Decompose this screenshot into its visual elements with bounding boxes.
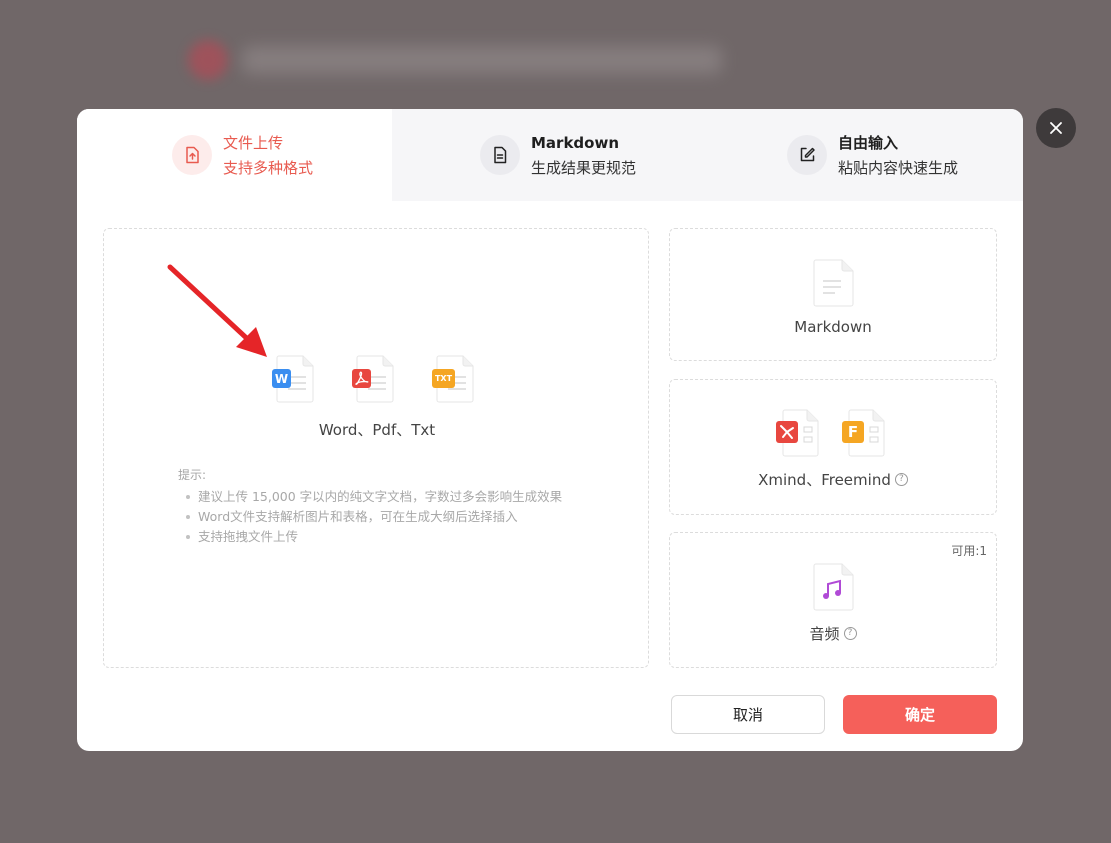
tab-markdown[interactable]: Markdown 生成结果更规范 — [392, 109, 707, 201]
audio-file-icon — [813, 563, 854, 611]
document-icon — [480, 135, 520, 175]
file-upload-dropzone[interactable]: W TXT Word、Pdf、Txt 提示: 建议上传 15,000 字以内的纯… — [103, 228, 649, 668]
help-circle-icon[interactable]: ? — [843, 627, 857, 640]
tab-subtitle: 生成结果更规范 — [531, 158, 637, 177]
pdf-file-icon — [352, 355, 396, 403]
xmind-file-icon — [776, 409, 819, 457]
supported-formats-label: Word、Pdf、Txt — [318, 421, 436, 439]
close-icon — [1050, 122, 1062, 134]
audio-card-label: 音频 ? — [670, 623, 996, 644]
xmind-card-label: Xmind、Freemind ? — [670, 469, 996, 490]
xmind-label-text: Xmind、Freemind — [758, 471, 891, 489]
tab-subtitle: 支持多种格式 — [223, 158, 314, 177]
txt-file-icon: TXT — [432, 355, 476, 403]
tip-item: 建议上传 15,000 字以内的纯文字文档，字数过多会影响生成效果 — [178, 487, 562, 507]
freemind-badge-text: F — [847, 423, 859, 441]
background-title-blurred — [242, 46, 722, 74]
tip-item: Word文件支持解析图片和表格，可在生成大纲后选择插入 — [178, 507, 562, 527]
red-arrow-annotation-icon — [167, 264, 267, 357]
word-badge-text: W — [274, 371, 289, 386]
tab-subtitle: 粘贴内容快速生成 — [838, 158, 959, 177]
cancel-button[interactable]: 取消 — [671, 695, 825, 734]
help-circle-icon[interactable]: ? — [894, 473, 908, 486]
tab-title: 文件上传 — [223, 133, 284, 152]
markdown-card-label: Markdown — [670, 318, 996, 336]
file-format-icons: W TXT — [272, 355, 476, 403]
tab-title: Markdown — [531, 133, 620, 152]
confirm-button[interactable]: 确定 — [843, 695, 997, 734]
word-file-icon: W — [272, 355, 316, 403]
edit-icon — [787, 135, 827, 175]
available-count: 可用:1 — [951, 544, 987, 558]
markdown-import-card[interactable]: Markdown — [669, 228, 997, 361]
background-logo-blurred — [188, 40, 228, 80]
audio-label-text: 音频 — [809, 625, 840, 643]
upload-file-icon — [172, 135, 212, 175]
txt-badge-text: TXT — [434, 374, 453, 383]
tab-free-input[interactable]: 自由输入 粘贴内容快速生成 — [707, 109, 1023, 201]
tip-item: 支持拖拽文件上传 — [178, 527, 562, 547]
import-tabs: 文件上传 支持多种格式 Markdown 生成结果更规范 自由输入 粘贴内容快速… — [77, 109, 1023, 201]
markdown-label-text: Markdown — [794, 318, 872, 336]
tips-title: 提示: — [178, 468, 207, 482]
tab-file-upload[interactable]: 文件上传 支持多种格式 — [77, 109, 392, 201]
import-modal: 文件上传 支持多种格式 Markdown 生成结果更规范 自由输入 粘贴内容快速… — [77, 109, 1023, 751]
upload-tips: 提示: 建议上传 15,000 字以内的纯文字文档，字数过多会影响生成效果 Wo… — [178, 466, 562, 547]
xmind-import-card[interactable]: F Xmind、Freemind ? — [669, 379, 997, 515]
close-button[interactable] — [1036, 108, 1076, 148]
audio-import-card[interactable]: 可用:1 音频 ? — [669, 532, 997, 668]
markdown-file-icon — [813, 259, 854, 307]
tab-title: 自由输入 — [838, 133, 899, 152]
